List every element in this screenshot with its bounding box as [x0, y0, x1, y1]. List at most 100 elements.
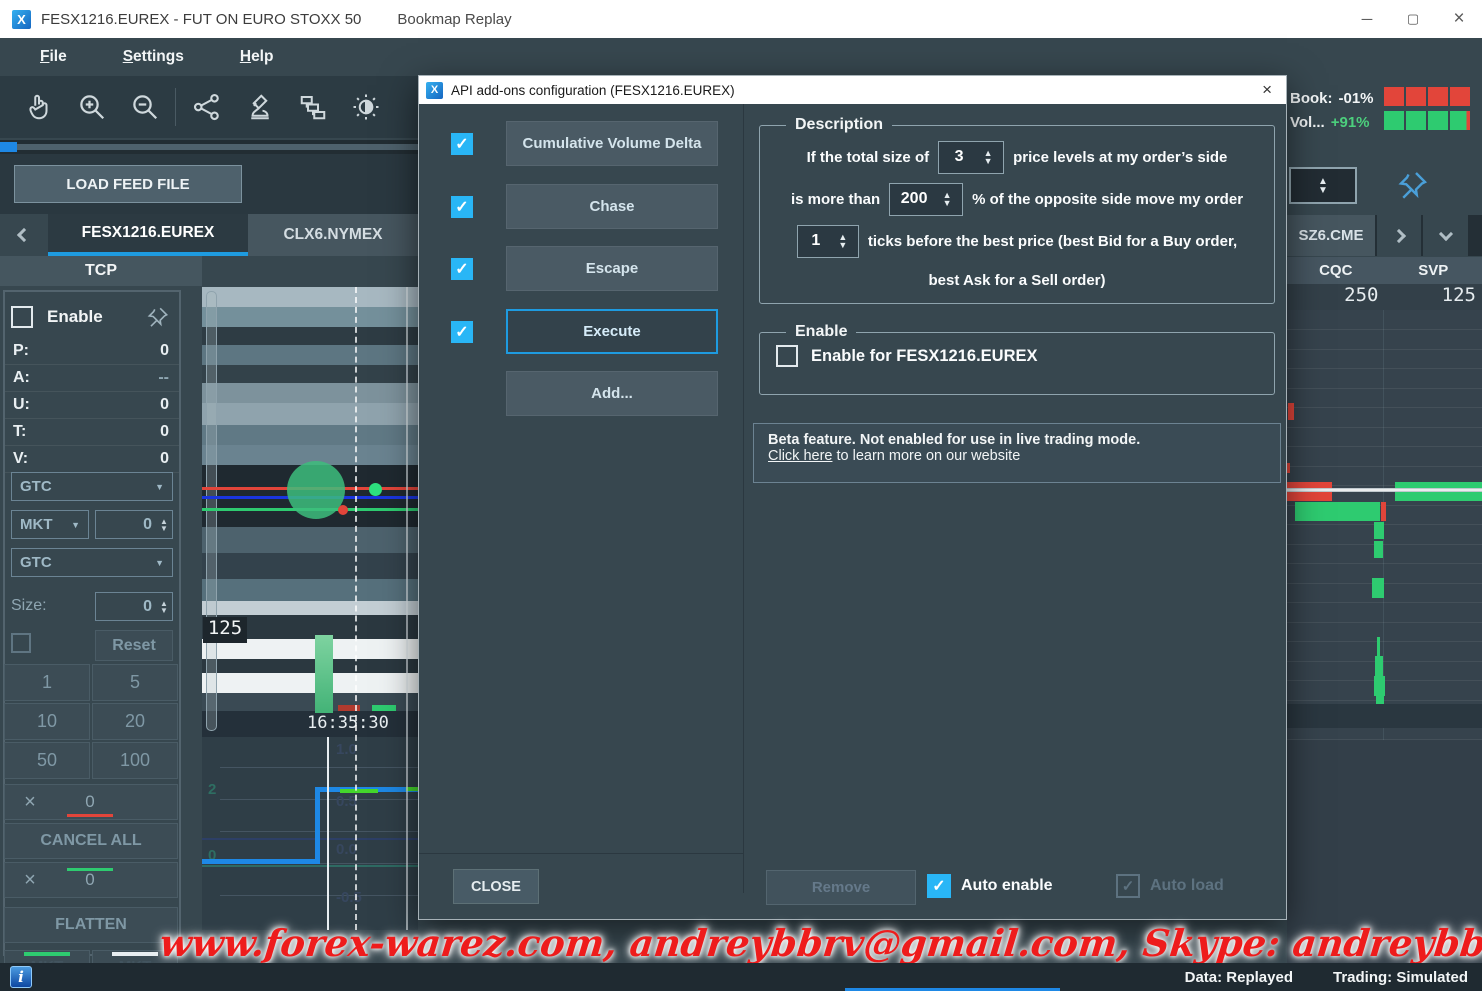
- spinner-arrows-icon[interactable]: ▲▼: [979, 149, 997, 165]
- menu-file[interactable]: File: [40, 48, 67, 66]
- brightness-icon[interactable]: [339, 84, 392, 130]
- tab-clx6-nymex[interactable]: CLX6.NYMEX: [248, 214, 418, 256]
- levels-spinner[interactable]: ▲▼: [1289, 167, 1357, 204]
- percent-spinner[interactable]: 200 ▲▼: [889, 183, 963, 216]
- addon-checkbox[interactable]: ✓: [451, 196, 473, 218]
- heatmap-scrollbar[interactable]: [206, 291, 217, 731]
- spinner-arrows-icon[interactable]: ▲▼: [1318, 177, 1328, 195]
- heatmap-row: [202, 553, 418, 579]
- watermark-text: www.forex-warez.com, andreybbrv@gmail.co…: [158, 921, 1343, 965]
- button-accent-line: [112, 952, 158, 956]
- qty-button-50[interactable]: 50: [4, 742, 90, 779]
- menu-settings[interactable]: Settings: [123, 48, 184, 66]
- gridline: [1287, 661, 1482, 662]
- flatten-button[interactable]: FLATTEN: [4, 907, 178, 943]
- minimize-button[interactable]: ─: [1344, 0, 1390, 38]
- tif-select-top[interactable]: GTC▼: [11, 472, 173, 501]
- gridline: [1287, 466, 1482, 467]
- pin-icon-blue[interactable]: [1395, 167, 1431, 203]
- auto-enable-checkbox[interactable]: ✓: [927, 874, 951, 898]
- button-accent-line: [24, 952, 70, 956]
- ticks-spinner[interactable]: 1 ▲▼: [797, 225, 859, 258]
- column-header-cqc[interactable]: CQC: [1287, 257, 1385, 284]
- scrollbar-marker[interactable]: [0, 142, 17, 152]
- spinner-arrows-icon[interactable]: ▲▼: [834, 233, 852, 249]
- tcp-header: TCP: [0, 256, 202, 286]
- qty-button-20[interactable]: 20: [92, 703, 178, 740]
- reset-button[interactable]: Reset: [95, 630, 173, 661]
- qty-button-5[interactable]: 5: [92, 664, 178, 701]
- spinner-arrows-icon[interactable]: ▲▼: [156, 600, 172, 614]
- column-header-svp[interactable]: SVP: [1385, 257, 1482, 284]
- tcp-enable-checkbox[interactable]: [11, 306, 33, 328]
- desc-text: If the total size of: [807, 149, 930, 166]
- caret-down-icon: ▼: [155, 558, 164, 568]
- hand-icon[interactable]: [12, 84, 65, 130]
- tif-select-bottom[interactable]: GTC▼: [11, 548, 173, 577]
- qty-button-10[interactable]: 10: [4, 703, 90, 740]
- menu-help[interactable]: Help: [240, 48, 274, 66]
- order-qty-spinner[interactable]: 0 ▲▼: [95, 510, 173, 539]
- addon-button-execute[interactable]: Execute: [506, 309, 718, 354]
- indicator-chart[interactable]: 201.00.50.0-0.5: [202, 737, 418, 930]
- desc-text: price levels at my order’s side: [1013, 149, 1227, 166]
- addon-checkbox[interactable]: ✓: [451, 133, 473, 155]
- heatmap-row: [202, 579, 418, 601]
- close-button[interactable]: ×: [1436, 0, 1482, 38]
- beta-learn-more-link[interactable]: Click here: [768, 448, 832, 464]
- tab-fesx1216-eurex[interactable]: FESX1216.EUREX: [48, 214, 248, 256]
- cancel-buys-button[interactable]: × 0: [4, 862, 178, 898]
- dialog-close-icon[interactable]: ×: [1248, 80, 1286, 100]
- price-levels-spinner[interactable]: 3 ▲▼: [938, 141, 1004, 174]
- zoom-in-icon[interactable]: [65, 84, 118, 130]
- stat-value: 0: [160, 423, 169, 441]
- right-study-panel: Book: -01% Vol... +91% ▲▼ SZ6.CME CQC SV…: [1287, 75, 1482, 963]
- scrollbar-handle[interactable]: [17, 144, 447, 150]
- add-addon-button[interactable]: Add...: [506, 371, 718, 416]
- addon-button-cumulative-volume-delta[interactable]: Cumulative Volume Delta: [506, 121, 718, 166]
- depth-heatmap[interactable]: 125 16:35:30: [202, 287, 418, 737]
- load-feed-file-button[interactable]: LOAD FEED FILE: [14, 165, 242, 203]
- cancel-sells-button[interactable]: × 0: [4, 784, 178, 820]
- desc-text: ticks before the best price (best Bid fo…: [868, 233, 1237, 250]
- tabs-scroll-left-button[interactable]: [0, 214, 48, 256]
- svp-value: 125: [1385, 284, 1482, 310]
- pin-icon[interactable]: [145, 304, 171, 330]
- spinner-arrows-icon[interactable]: ▲▼: [156, 518, 172, 532]
- beta-notice-line2: to learn more on our website: [832, 448, 1020, 464]
- addon-button-escape[interactable]: Escape: [506, 246, 718, 291]
- stat-key: V:: [13, 450, 28, 468]
- addon-checkbox[interactable]: ✓: [451, 321, 473, 343]
- volume-profile-chart[interactable]: [1287, 310, 1482, 740]
- dialog-close-button[interactable]: CLOSE: [453, 869, 539, 904]
- qty-button-1[interactable]: 1: [4, 664, 90, 701]
- layers-icon[interactable]: [286, 84, 339, 130]
- info-icon[interactable]: i: [10, 966, 32, 988]
- tabs-scroll-right-button[interactable]: [1377, 215, 1421, 256]
- size-spinner[interactable]: 0 ▲▼: [95, 592, 173, 621]
- dialog-titlebar[interactable]: X API add-ons configuration (FESX1216.EU…: [419, 76, 1286, 104]
- gridline: [1287, 641, 1482, 642]
- cancel-all-button[interactable]: CANCEL ALL: [4, 823, 178, 859]
- enable-instrument-checkbox[interactable]: [776, 345, 798, 367]
- spinner-arrows-icon[interactable]: ▲▼: [938, 191, 956, 207]
- stat-key: A:: [13, 369, 30, 387]
- tabs-dropdown-button[interactable]: [1423, 215, 1468, 256]
- addon-button-chase[interactable]: Chase: [506, 184, 718, 229]
- auto-load-checkbox: ✓: [1116, 874, 1140, 898]
- zoom-out-icon[interactable]: [118, 84, 171, 130]
- remove-button[interactable]: Remove: [766, 870, 916, 905]
- right-tabs: SZ6.CME: [1287, 215, 1482, 256]
- microscope-icon[interactable]: [233, 84, 286, 130]
- sell-underline: [67, 814, 113, 817]
- order-type-select[interactable]: MKT▼: [11, 510, 89, 539]
- maximize-button[interactable]: ▢: [1390, 0, 1436, 38]
- size-lock-checkbox[interactable]: [11, 633, 31, 653]
- auto-enable-option[interactable]: ✓ Auto enable: [927, 874, 1053, 898]
- addon-checkbox[interactable]: ✓: [451, 258, 473, 280]
- share-icon[interactable]: [180, 84, 233, 130]
- tab-sz6-cme[interactable]: SZ6.CME: [1287, 215, 1375, 256]
- qty-button-100[interactable]: 100: [92, 742, 178, 779]
- gridline: [1287, 407, 1482, 408]
- y-axis-label-faint: 1.0: [336, 741, 357, 758]
